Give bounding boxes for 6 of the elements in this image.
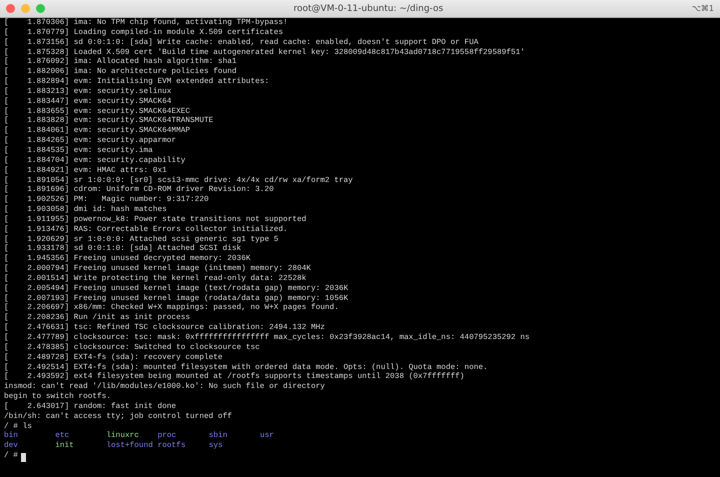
shortcut-label: ⌥⌘1 <box>692 4 714 13</box>
text-cursor <box>20 452 26 462</box>
close-button[interactable] <box>6 4 15 13</box>
window-title: root@VM-0-11-ubuntu: ~/ding-os <box>292 4 444 14</box>
zoom-button[interactable] <box>36 4 45 13</box>
minimize-button[interactable] <box>21 4 30 13</box>
